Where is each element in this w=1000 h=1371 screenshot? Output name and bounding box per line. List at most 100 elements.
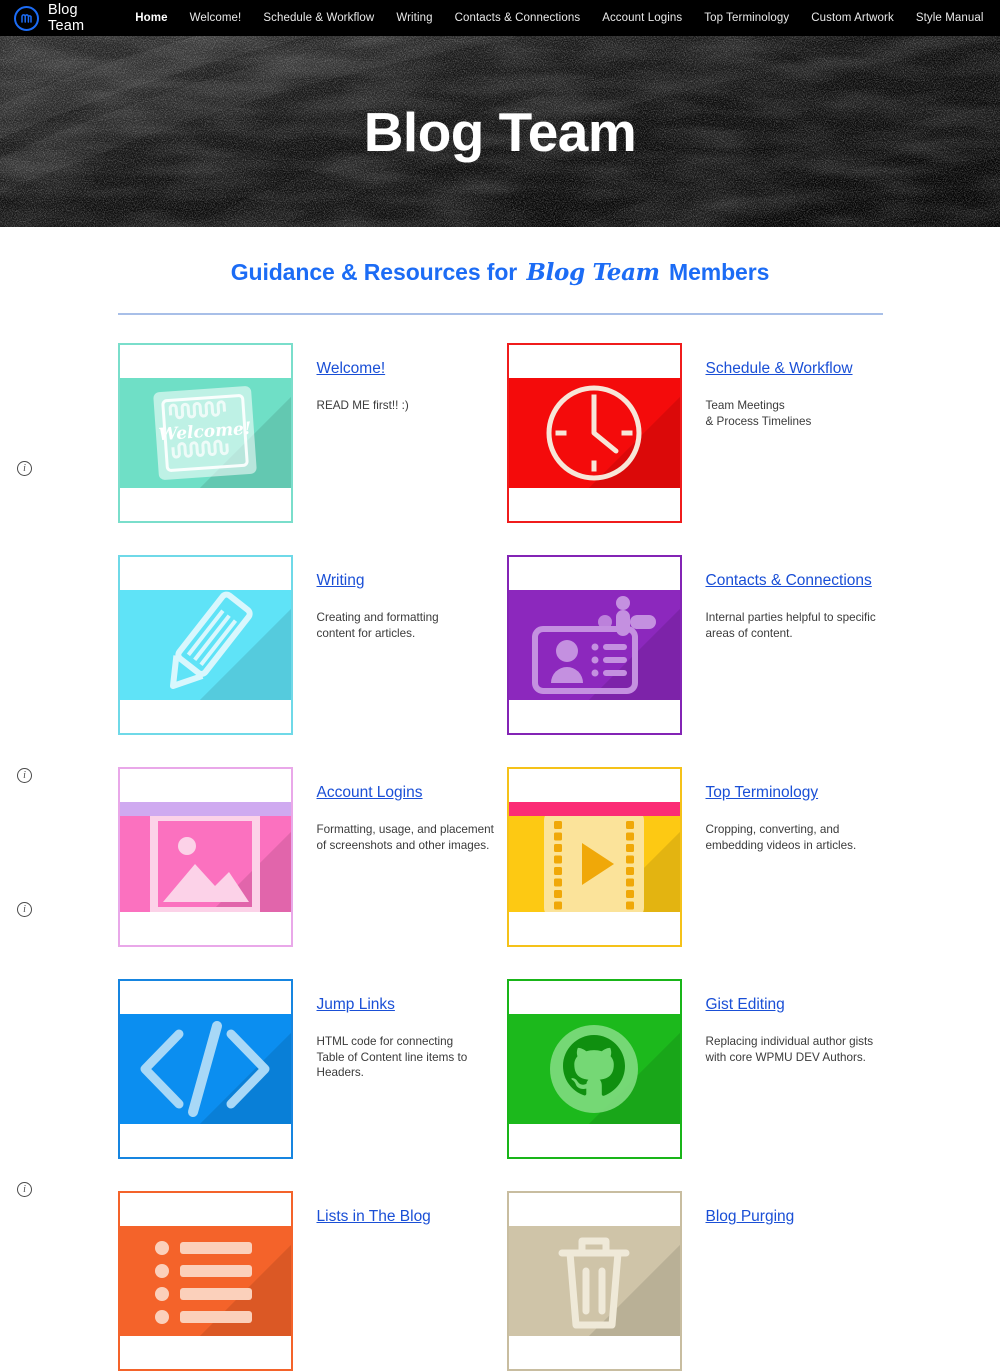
card-artwork <box>119 1226 291 1336</box>
list-icon <box>150 1236 260 1326</box>
card-description-line: Replacing individual author gists <box>705 1035 874 1049</box>
card-description-line: content for articles. <box>316 626 416 640</box>
card-thumb-bottom-pad <box>508 700 680 733</box>
card-description: HTML code for connecting Table of Content… <box>317 1034 468 1081</box>
page-title-suffix: Members <box>662 259 770 285</box>
card-description-line: Formatting, usage, and placement <box>316 823 494 837</box>
card-thumb-top-pad <box>119 981 291 1014</box>
top-navigation-bar: Blog Team Home Welcome! Schedule & Workf… <box>0 0 1000 36</box>
card-meta: Jump Links HTML code for connecting Table… <box>317 979 468 1159</box>
card-thumbnail[interactable] <box>117 979 293 1159</box>
nav-link-welcome[interactable]: Welcome! <box>179 12 253 24</box>
card-meta: Schedule & Workflow Team Meetings & Proce… <box>706 343 853 523</box>
card-thumb-top-pad <box>508 981 680 1014</box>
nav-link-contacts[interactable]: Contacts & Connections <box>444 12 592 24</box>
card-title-link[interactable]: Lists in The Blog <box>317 1205 431 1229</box>
nav-link-artwork[interactable]: Custom Artwork <box>800 12 905 24</box>
card-title-link[interactable]: Top Terminology <box>706 781 819 805</box>
card-description: Team Meetings & Process Timelines <box>706 398 853 429</box>
info-icon[interactable]: i <box>17 768 32 783</box>
nav-link-terminology[interactable]: Top Terminology <box>693 12 800 24</box>
pencil-icon <box>145 590 265 700</box>
card-thumbnail[interactable] <box>506 555 682 735</box>
card-description: READ ME first!! :) <box>317 398 409 414</box>
card-title-link[interactable]: Writing <box>317 569 365 593</box>
card-thumb-bottom-pad <box>119 1124 291 1157</box>
card-thumb-top-pad <box>119 1193 291 1226</box>
card-artwork <box>119 816 291 912</box>
card-description-line: READ ME first!! :) <box>316 399 409 413</box>
card-artwork <box>508 590 680 700</box>
card-thumb-top-pad <box>508 769 680 802</box>
resource-card: Jump Links HTML code for connecting Table… <box>117 979 507 1159</box>
nav-link-home[interactable]: Home <box>124 12 178 24</box>
card-thumb-bottom-pad <box>119 1336 291 1369</box>
code-brackets-icon <box>135 1014 275 1124</box>
card-thumb-top-pad <box>119 769 291 802</box>
circle-m-logo-icon <box>14 5 39 31</box>
hero-title: Blog Team <box>363 100 637 163</box>
brand-name: Blog Team <box>48 2 85 34</box>
card-title-link[interactable]: Jump Links <box>317 993 395 1017</box>
card-thumb-top-pad <box>508 345 680 378</box>
card-thumb-bottom-pad <box>508 488 680 521</box>
nav-links: Home Welcome! Schedule & Workflow Writin… <box>124 11 1000 26</box>
info-icon[interactable]: i <box>17 461 32 476</box>
card-title-link[interactable]: Blog Purging <box>706 1205 795 1229</box>
card-thumb-top-pad <box>119 345 291 378</box>
card-thumbnail[interactable] <box>506 767 682 947</box>
nav-link-style[interactable]: Style Manual <box>905 12 995 24</box>
card-thumbnail[interactable] <box>506 979 682 1159</box>
card-description: Cropping, converting, and embedding video… <box>706 822 857 853</box>
resource-card: Schedule & Workflow Team Meetings & Proce… <box>506 343 883 523</box>
card-artwork <box>119 1014 291 1124</box>
brand-logo-link[interactable]: Blog Team <box>14 2 84 34</box>
card-thumb-bottom-pad <box>119 488 291 521</box>
card-thumb-bottom-pad <box>508 1336 680 1369</box>
card-description: Internal parties helpful to specific area… <box>706 610 876 641</box>
page-title-script: Blog Team <box>526 259 660 286</box>
card-description-line: embedding videos in articles. <box>705 838 857 852</box>
card-artwork: Welcome! <box>119 378 291 488</box>
card-artwork <box>508 1226 680 1336</box>
card-title-link[interactable]: Schedule & Workflow <box>706 357 853 381</box>
card-title-link[interactable]: Gist Editing <box>706 993 785 1017</box>
card-meta: Contacts & Connections Internal parties … <box>706 555 876 735</box>
info-icon[interactable]: i <box>17 1182 32 1197</box>
card-description-line: with core WPMU DEV Authors. <box>705 1050 866 1064</box>
card-thumbnail[interactable] <box>506 343 682 523</box>
resource-card: Welcome! Welcome! READ ME first!! :) <box>117 343 507 523</box>
card-thumbnail[interactable] <box>506 1191 682 1371</box>
card-artwork <box>508 816 680 912</box>
card-thumb-bottom-pad <box>508 912 680 945</box>
id-badge-icon <box>529 590 659 700</box>
card-thumb-bottom-pad <box>119 912 291 945</box>
card-title-link[interactable]: Contacts & Connections <box>706 569 872 593</box>
trash-icon <box>546 1227 642 1335</box>
card-thumbnail[interactable] <box>117 555 293 735</box>
card-description: Creating and formatting content for artic… <box>317 610 439 641</box>
card-description-line: Cropping, converting, and <box>705 823 840 837</box>
card-description-line: & Process Timelines <box>705 414 812 428</box>
card-meta: Lists in The Blog <box>317 1191 431 1371</box>
card-description-line: areas of content. <box>705 626 793 640</box>
card-meta: Top Terminology Cropping, converting, an… <box>706 767 857 947</box>
clock-icon <box>538 378 650 488</box>
card-accent-band <box>508 802 680 816</box>
card-thumbnail[interactable]: Welcome! <box>117 343 293 523</box>
resource-card: Blog Purging <box>506 1191 883 1371</box>
card-thumbnail[interactable] <box>117 767 293 947</box>
card-title-link[interactable]: Welcome! <box>317 357 386 381</box>
card-thumbnail[interactable] <box>117 1191 293 1371</box>
nav-link-writing[interactable]: Writing <box>385 12 443 24</box>
resource-card-grid: Welcome! Welcome! READ ME first!! :) Sch… <box>117 315 883 1371</box>
card-description-line: Creating and formatting <box>316 611 439 625</box>
nav-more-dropdown[interactable]: More <box>995 12 1000 24</box>
nav-link-logins[interactable]: Account Logins <box>591 12 693 24</box>
nav-link-schedule[interactable]: Schedule & Workflow <box>252 12 385 24</box>
resource-card: Contacts & Connections Internal parties … <box>506 555 883 735</box>
image-photo-icon <box>149 816 261 912</box>
info-icon[interactable]: i <box>17 902 32 917</box>
card-title-link[interactable]: Account Logins <box>317 781 423 805</box>
card-artwork <box>508 378 680 488</box>
